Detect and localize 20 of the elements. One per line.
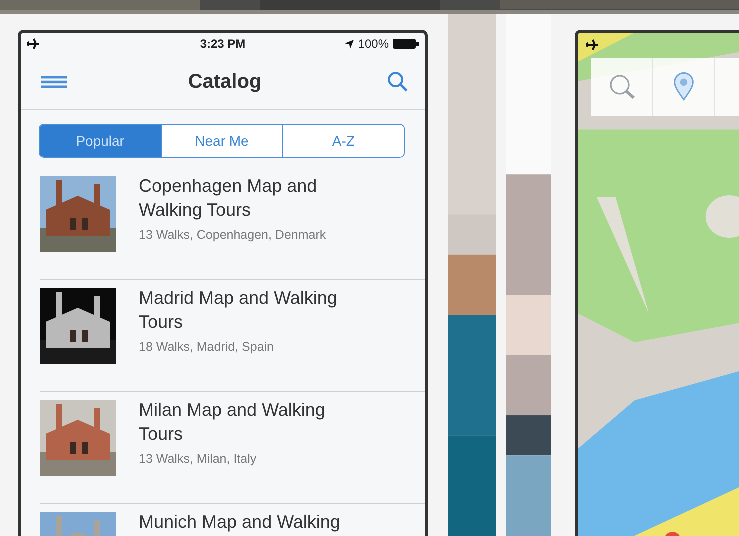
catalog-item-title[interactable]: Milan Map and Walking Tours (139, 398, 364, 446)
search-button[interactable] (387, 71, 409, 93)
screen-title: Catalog (188, 70, 262, 94)
location-pin-icon (672, 72, 694, 102)
battery-icon (393, 39, 419, 49)
battery-percent: 100% (358, 37, 389, 51)
airplane-icon (27, 38, 39, 50)
status-time: 3:23 PM (200, 37, 246, 51)
catalog-item-title[interactable]: Copenhagen Map and Walking Tours (139, 174, 364, 222)
catalog-item-subtitle: 18 Walks, Madrid, Spain (139, 340, 276, 354)
catalog-item-subtitle: 13 Walks, Milan, Italy (139, 452, 258, 466)
catalog-item-subtitle: 13 Walks, Copenhagen, Denmark (139, 228, 328, 242)
menu-icon (41, 76, 67, 88)
segment-tab[interactable]: A-Z (282, 125, 404, 157)
catalog-item-title[interactable]: Madrid Map and Walking Tours (139, 286, 364, 334)
menu-button[interactable] (41, 76, 67, 88)
catalog-item-title[interactable]: Munich Map and Walking (139, 510, 364, 534)
airplane-icon (586, 39, 598, 51)
search-icon (387, 71, 409, 93)
location-arrow-icon (345, 40, 354, 48)
